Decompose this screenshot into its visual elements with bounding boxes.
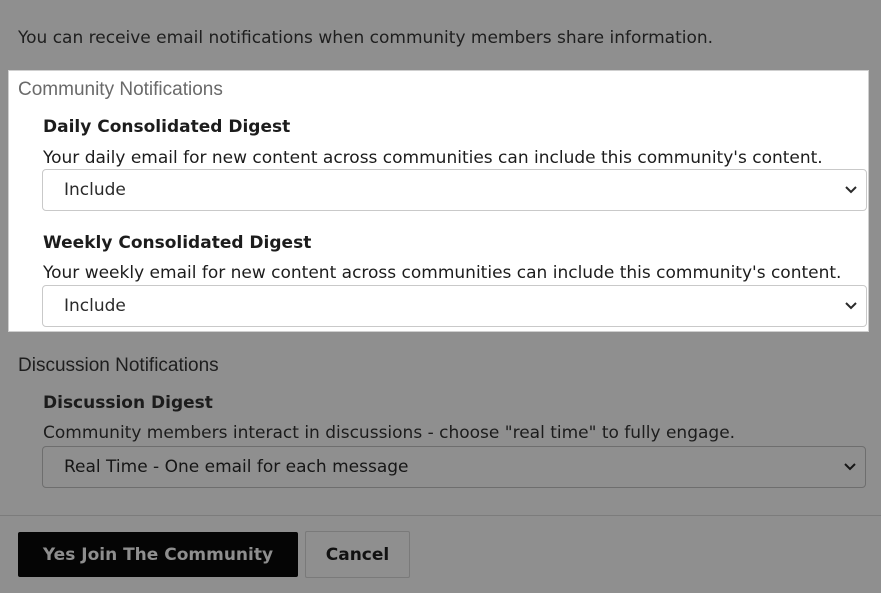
join-community-button[interactable]: Yes Join The Community <box>18 532 298 577</box>
chevron-down-icon <box>845 302 857 310</box>
weekly-digest-description: Your weekly email for new content across… <box>43 263 842 283</box>
weekly-digest-select-value: Include <box>64 296 126 316</box>
weekly-digest-title: Weekly Consolidated Digest <box>43 233 312 253</box>
daily-digest-description: Your daily email for new content across … <box>43 148 823 168</box>
community-notifications-title: Community Notifications <box>18 79 223 100</box>
intro-text: You can receive email notifications when… <box>18 28 714 48</box>
daily-digest-select-value: Include <box>64 180 126 200</box>
cancel-button[interactable]: Cancel <box>305 531 410 578</box>
discussion-digest-description: Community members interact in discussion… <box>43 423 736 443</box>
daily-digest-title: Daily Consolidated Digest <box>43 117 291 137</box>
discussion-digest-title: Discussion Digest <box>43 393 213 413</box>
community-notifications-panel: Community Notifications Daily Consolidat… <box>8 70 869 332</box>
daily-digest-select[interactable]: Include <box>42 169 867 211</box>
discussion-digest-select-value: Real Time - One email for each message <box>64 457 409 477</box>
weekly-digest-select[interactable]: Include <box>42 285 867 327</box>
chevron-down-icon <box>845 186 857 194</box>
chevron-down-icon <box>844 463 856 471</box>
discussion-digest-select[interactable]: Real Time - One email for each message <box>42 446 866 488</box>
discussion-notifications-title: Discussion Notifications <box>18 355 219 376</box>
footer-divider <box>0 515 881 516</box>
